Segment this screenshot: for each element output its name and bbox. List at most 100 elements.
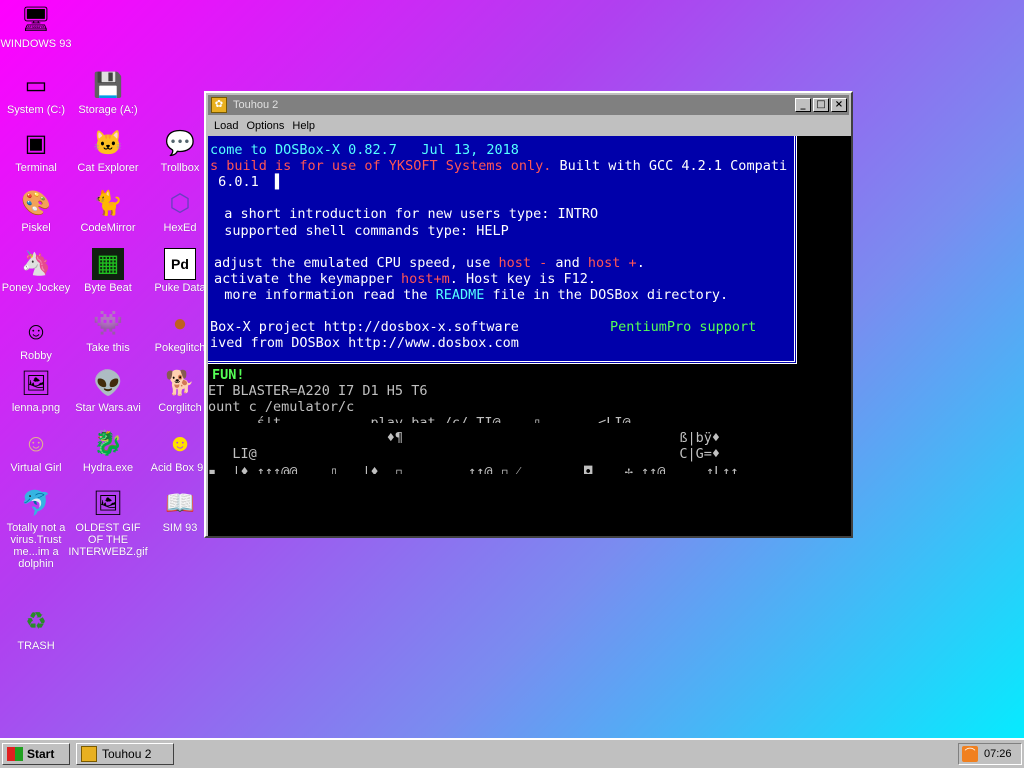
desktop-icon-label: SIM 93	[162, 522, 198, 534]
desktop-icon-windows93[interactable]: 🖥 WINDOWS 93	[0, 4, 72, 50]
system-tray: ⌒ 07:26	[958, 743, 1022, 765]
desktop-icon-oldest-gif[interactable]: 🖼 OLDEST GIF OF THE INTERWEBZ.gif	[68, 488, 147, 558]
drive-icon: ▭	[24, 72, 48, 99]
floppy-icon: 💾	[93, 72, 123, 99]
desktop-icon-cat-explorer[interactable]: 🐱 Cat Explorer	[72, 128, 144, 174]
minimize-button[interactable]: _	[795, 98, 811, 112]
more-end: file in the DOSBox directory.	[484, 287, 729, 303]
readme-line: more information read the README file in…	[208, 287, 728, 303]
terminal-icon: ▣	[24, 130, 48, 157]
desktop-icon-storage-a[interactable]: 💾 Storage (A:)	[72, 70, 144, 116]
desktop-icon-piskel[interactable]: 🎨 Piskel	[0, 188, 72, 234]
window-menubar: Load Options Help	[208, 116, 849, 135]
desktop-icon-system-c[interactable]: ▭ System (C:)	[0, 70, 72, 116]
desktop-icon-label: lenna.png	[11, 402, 61, 414]
corglitch-icon: 🐕	[165, 370, 195, 397]
computer-icon: 🖥	[20, 6, 52, 33]
taskbar-item-touhou[interactable]: Touhou 2	[76, 743, 174, 765]
desktop-icon-dolphin[interactable]: 🐬 Totally not a virus.Trust me...im a do…	[0, 488, 72, 570]
piskel-icon: 🎨	[21, 190, 51, 217]
cpu-and: and	[547, 255, 588, 271]
desktop-icon-label: Corglitch	[158, 402, 202, 414]
touhou-app-icon: ✿	[211, 97, 227, 113]
touhou-window: ✿ Touhou 2 _ □ × Load Options Help come …	[204, 91, 853, 538]
desktop-icon-byte-beat[interactable]: ▦ Byte Beat	[72, 248, 144, 294]
windows-logo-icon	[7, 747, 23, 761]
acidbox-icon: ☻	[167, 430, 193, 457]
menu-help[interactable]: Help	[292, 120, 315, 132]
fun-line: FUN!	[212, 367, 245, 383]
desktop-icon-label: CodeMirror	[80, 222, 136, 234]
touhou-task-icon	[81, 746, 97, 762]
intro-line: a short introduction for new users type:…	[208, 206, 599, 222]
cpu-host-minus: host -	[498, 255, 548, 271]
desktop-icon-trash[interactable]: ♻ TRASH	[0, 606, 72, 652]
window-titlebar[interactable]: ✿ Touhou 2 _ □ ×	[208, 95, 849, 115]
derived-line: ived from DOSBox http://www.dosbox.com	[210, 335, 519, 351]
garbage-line-3: LI@ C|G=♦	[208, 446, 721, 462]
garbage-line-4: ▪ |♦ ↑↑↑@@ ▯ |♦ ▫ ↑↑@ ▫ ⁄ ◘ ✢ ↑↑@ ↑L↑↑.	[208, 464, 747, 474]
desktop-icon-star-wars[interactable]: 👽 Star Wars.avi	[72, 368, 144, 414]
bytebeat-icon: ▦	[92, 248, 124, 280]
trash-icon: ♻	[25, 608, 47, 635]
dolphin-icon: 🐬	[21, 490, 51, 517]
pokeglitch-icon: ●	[172, 310, 188, 337]
desktop-icon-virtual-girl[interactable]: ☺ Virtual Girl	[0, 428, 72, 474]
maximize-button[interactable]: □	[813, 98, 829, 112]
cat-explorer-icon: 🐱	[93, 130, 123, 157]
desktop-icon-label: Trollbox	[160, 162, 200, 174]
desktop-icon-hydra[interactable]: 🐉 Hydra.exe	[72, 428, 144, 474]
taskbar: Start Touhou 2 ⌒ 07:26	[0, 738, 1024, 768]
desktop-icon-codemirror[interactable]: 🐈 CodeMirror	[72, 188, 144, 234]
desktop-icon-label: Poney Jockey	[1, 282, 71, 294]
desktop-icon-label: Star Wars.avi	[75, 402, 141, 414]
taskbar-item-label: Touhou 2	[102, 747, 152, 761]
desktop-icon-label: System (C:)	[6, 104, 66, 116]
desktop-icon-label: OLDEST GIF OF THE INTERWEBZ.gif	[68, 522, 148, 558]
image-file-icon: 🖼	[20, 370, 52, 397]
close-button[interactable]: ×	[831, 98, 847, 112]
desktop-icon-label: HexEd	[163, 222, 197, 234]
key-host: host+m	[400, 271, 450, 287]
virtual-girl-icon: ☺	[23, 430, 49, 457]
menu-load[interactable]: Load	[214, 120, 238, 132]
pentium-line: PentiumPro support	[610, 319, 757, 335]
key-end: . Host key is F12.	[449, 271, 597, 287]
version-line: 6.0.1 ▌	[210, 174, 283, 190]
window-title: Touhou 2	[233, 99, 279, 111]
project-line: Box-X project http://dosbox-x.software	[210, 319, 519, 335]
mount-line: ount c /emulator/c	[208, 399, 355, 415]
desktop-icon-terminal[interactable]: ▣ Terminal	[0, 128, 72, 174]
cpu-text: adjust the emulated CPU speed, use	[214, 255, 499, 271]
desktop-icon-label: Cat Explorer	[77, 162, 139, 174]
desktop-icon-label: Totally not a virus.Trust me...im a dolp…	[6, 522, 66, 570]
hydra-icon: 🐉	[93, 430, 123, 457]
desktop-icon-poney-jockey[interactable]: 🦄 Poney Jockey	[0, 248, 72, 294]
dos-screen[interactable]: come to DOSBox-X 0.82.7 Jul 13, 2018 s b…	[208, 136, 851, 536]
desktop-icon-label: Terminal	[15, 162, 57, 174]
desktop-icon-lenna-png[interactable]: 🖼 lenna.png	[0, 368, 72, 414]
desktop-icon-robby[interactable]: ☺ Robby	[0, 316, 72, 362]
pukedata-icon: Pd	[164, 248, 196, 280]
desktop-icon-label: Acid Box 93	[150, 462, 210, 474]
clock: 07:26	[984, 748, 1012, 760]
desktop-icon-label: Piskel	[21, 222, 51, 234]
key-text: activate the keymapper	[214, 271, 401, 287]
start-button[interactable]: Start	[2, 743, 70, 765]
build-prefix: s build is for use of YKSOFT Systems onl…	[210, 158, 552, 174]
rss-icon[interactable]: ⌒	[962, 746, 978, 762]
desktop-icon-label: Hydra.exe	[82, 462, 134, 474]
version-text: 6.0.1	[210, 174, 276, 190]
codemirror-icon: 🐈	[93, 190, 123, 217]
readme-text: README	[435, 287, 485, 303]
hexed-icon: ⬡	[169, 190, 191, 217]
menu-options[interactable]: Options	[246, 120, 284, 132]
build-suffix: Built with GCC 4.2.1 Compati	[551, 158, 788, 174]
robby-icon: ☺	[23, 318, 49, 345]
desktop-icon-label: Virtual Girl	[10, 462, 62, 474]
poney-icon: 🦄	[21, 250, 51, 277]
takethis-icon: 👾	[93, 310, 123, 337]
desktop-icon-label: Puke Data	[154, 282, 206, 294]
gif-file-icon: 🖼	[92, 490, 124, 517]
desktop-icon-take-this[interactable]: 👾 Take this	[72, 308, 144, 354]
